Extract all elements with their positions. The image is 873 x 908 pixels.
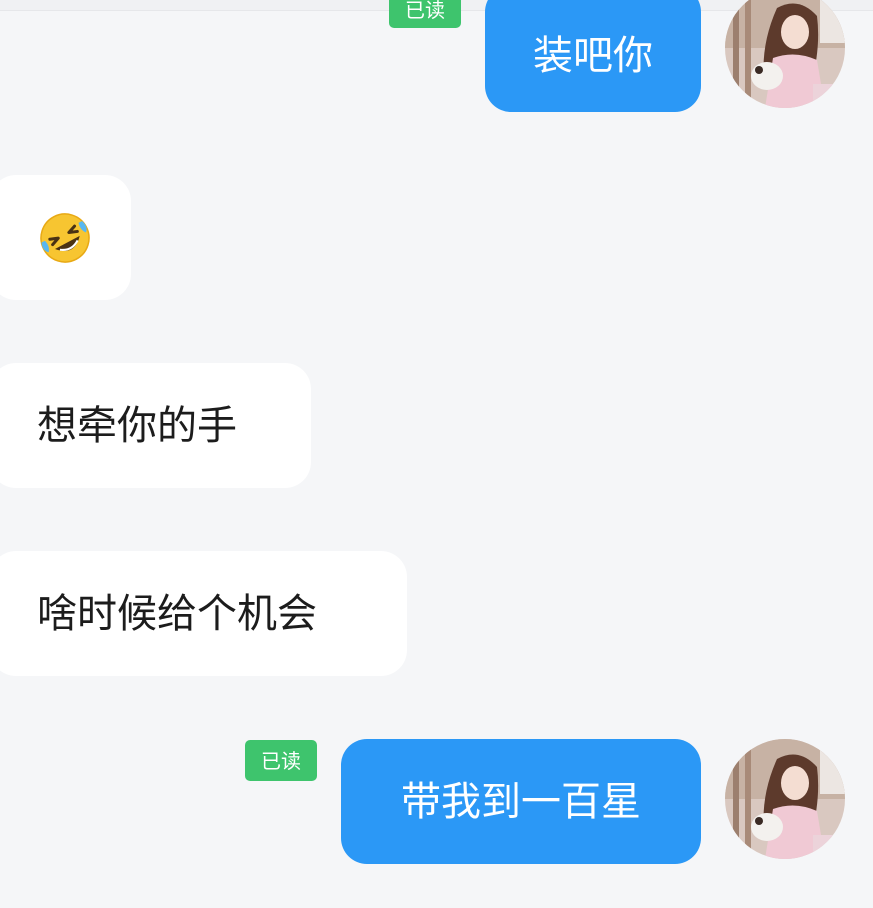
message-text: 啥时候给个机会 (37, 590, 317, 637)
outgoing-message-bubble[interactable]: 装吧你 (485, 0, 701, 112)
message-text: 带我到一百星 (401, 778, 641, 825)
chat-screen: 已读 装吧你 想牵你的手 啥时候给个机会 已读 带我到一百星 (0, 0, 873, 908)
read-badge: 已读 (389, 0, 461, 28)
message-text: 装吧你 (533, 33, 653, 79)
rolling-on-floor-laughing-emoji-icon (38, 211, 92, 265)
outgoing-message-bubble[interactable]: 带我到一百星 (341, 739, 701, 864)
incoming-message-bubble[interactable]: 啥时候给个机会 (0, 551, 407, 676)
read-badge: 已读 (245, 740, 317, 781)
user-avatar[interactable] (725, 739, 845, 859)
incoming-message-bubble[interactable]: 想牵你的手 (0, 363, 311, 488)
message-text: 想牵你的手 (37, 402, 237, 449)
user-avatar[interactable] (725, 0, 845, 108)
